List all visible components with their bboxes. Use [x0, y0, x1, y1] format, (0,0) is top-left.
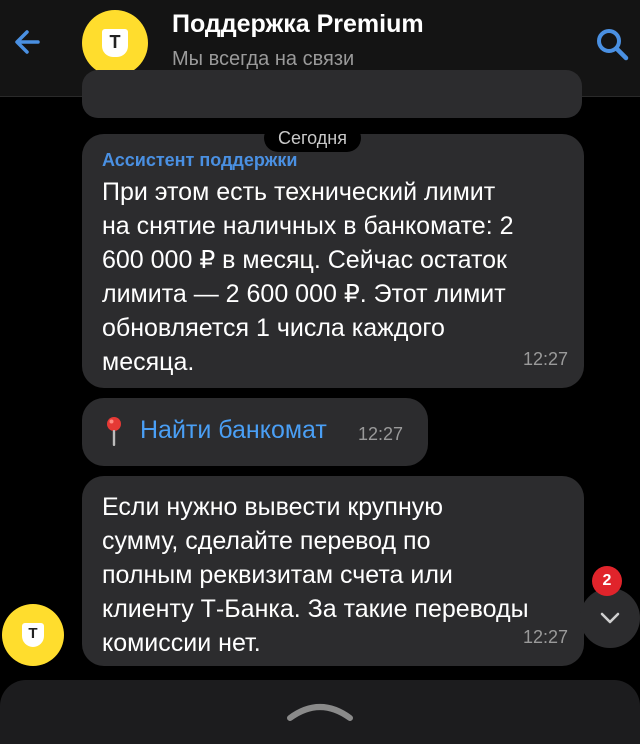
find-atm-bubble[interactable]: Найти банкомат 12:27 [82, 398, 428, 466]
chevron-down-icon [600, 612, 620, 624]
message-text: Если нужно вывести крупную сумму, сделай… [102, 493, 529, 657]
chevron-up-icon[interactable] [284, 694, 356, 724]
previous-message-bubble [82, 70, 582, 118]
pin-icon [107, 417, 121, 446]
message-bubble: Если нужно вывести крупную сумму, сделай… [82, 476, 584, 666]
scroll-to-bottom-button[interactable] [580, 588, 640, 648]
sender-avatar[interactable]: T [2, 604, 64, 666]
arrow-left-icon[interactable] [8, 22, 48, 62]
message-time: 12:27 [522, 349, 568, 369]
chat-title[interactable]: Поддержка Premium [172, 10, 424, 39]
message-time: 12:27 [358, 424, 404, 444]
bank-logo-icon: T [22, 623, 44, 647]
bottom-panel[interactable] [0, 680, 640, 744]
message-sender: Ассистент поддержки [102, 150, 298, 170]
bank-logo-icon: T [102, 29, 128, 57]
find-atm-link[interactable]: Найти банкомат [140, 416, 327, 445]
chat-avatar[interactable]: T [82, 10, 148, 76]
message-time: 12:27 [522, 627, 568, 647]
chat-subtitle: Мы всегда на связи [172, 48, 355, 70]
message-bubble: Ассистент поддержки При этом есть технич… [82, 134, 584, 388]
search-icon[interactable] [592, 24, 632, 64]
unread-badge: 2 [592, 566, 622, 596]
message-text: При этом есть технический лимит на сняти… [102, 178, 514, 376]
date-separator: Сегодня [264, 124, 361, 152]
